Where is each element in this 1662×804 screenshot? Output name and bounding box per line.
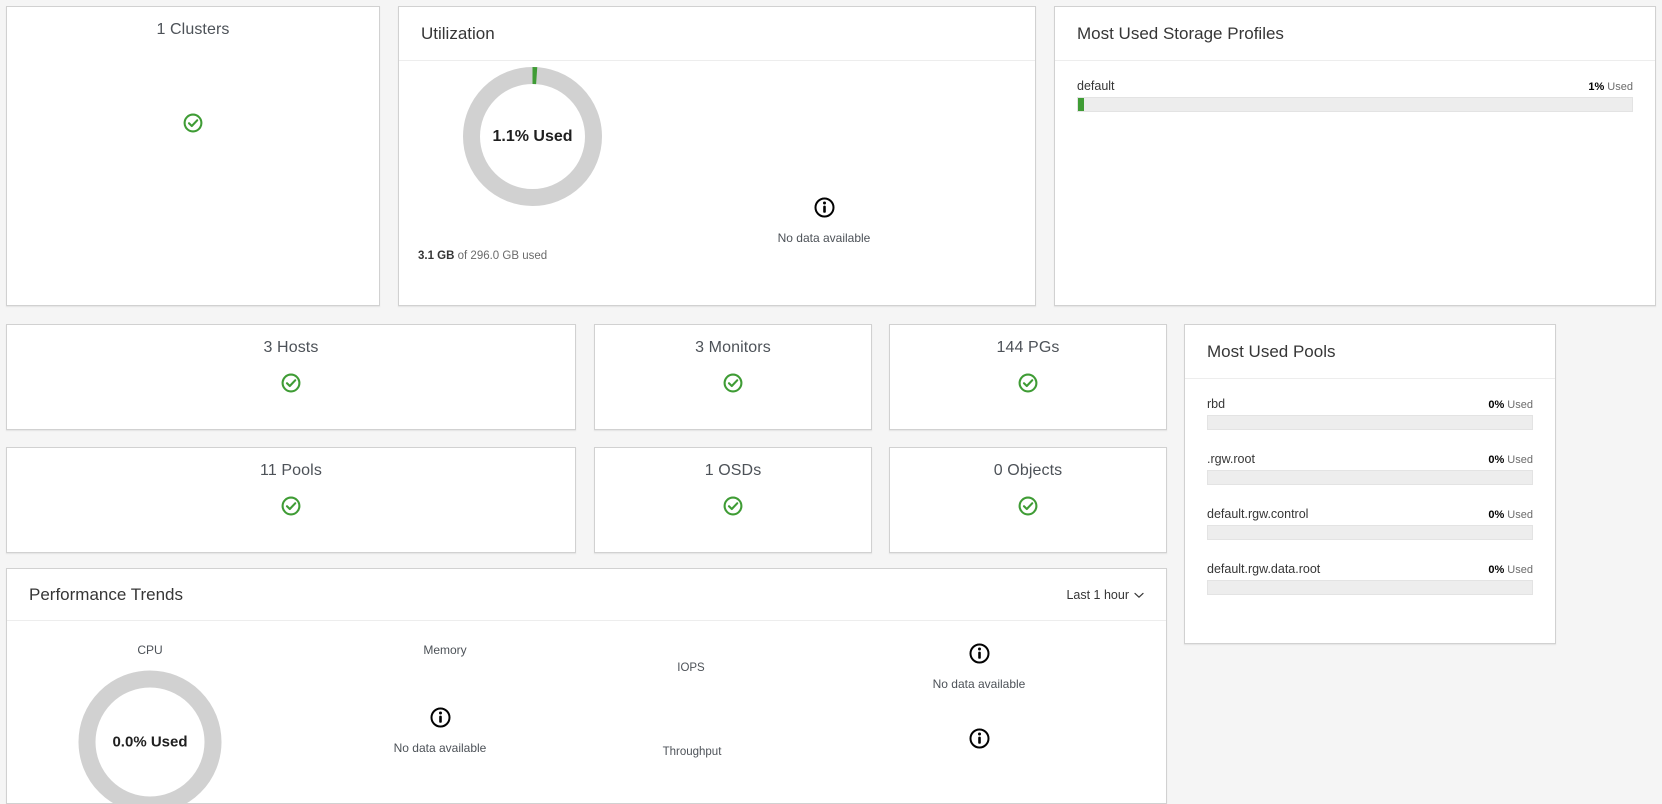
objects-card[interactable]: 0 Objects <box>889 447 1167 553</box>
usage-row-percent: 0% Used <box>1488 564 1533 576</box>
pools-usage-title: Most Used Pools <box>1207 341 1336 361</box>
performance-trends-card: Performance Trends Last 1 hour CPU 0.0% … <box>6 568 1167 804</box>
usage-row-fill <box>1078 98 1084 111</box>
usage-row[interactable]: default.rgw.control 0% Used <box>1207 507 1533 540</box>
objects-count-label: 0 Objects <box>993 462 1063 479</box>
usage-row[interactable]: rbd 0% Used <box>1207 397 1533 430</box>
utilization-nodata-text: No data available <box>777 231 871 245</box>
utilization-donut-center-label: 1.1% Used <box>492 127 573 145</box>
usage-row-track <box>1207 580 1533 595</box>
utilization-subtext: 3.1 GB of 296.0 GB used <box>418 250 547 262</box>
usage-row-percent: 0% Used <box>1488 399 1533 411</box>
usage-row-name: default <box>1077 79 1115 93</box>
usage-row-track <box>1207 525 1533 540</box>
performance-trends-title: Performance Trends <box>29 584 184 604</box>
pools-usage-list: rbd 0% Used .rgw.root 0% Used default.rgw.co… <box>1185 379 1555 595</box>
usage-row-track <box>1077 97 1633 112</box>
hosts-card[interactable]: 3 Hosts <box>6 324 576 430</box>
pgs-card[interactable]: 144 PGs <box>889 324 1167 430</box>
usage-row-header: default 1% Used <box>1077 79 1633 93</box>
time-range-dropdown[interactable]: Last 1 hour <box>1066 588 1144 602</box>
throughput-nodata <box>899 728 1059 760</box>
usage-row-header: .rgw.root 0% Used <box>1207 452 1533 466</box>
utilization-card: Utilization 1.1% Used 3.1 GB of 296.0 GB… <box>398 6 1036 306</box>
usage-row[interactable]: .rgw.root 0% Used <box>1207 452 1533 485</box>
iops-label: IOPS <box>677 662 705 674</box>
performance-trends-body: CPU 0.0% Used Memory No data available I… <box>7 621 1166 804</box>
check-circle-icon <box>1018 373 1038 393</box>
usage-row-track <box>1207 415 1533 430</box>
info-circle-icon <box>899 643 1059 669</box>
time-range-label: Last 1 hour <box>1066 587 1129 602</box>
usage-row-percent: 0% Used <box>1488 454 1533 466</box>
check-circle-icon <box>723 373 743 393</box>
utilization-title: Utilization <box>421 23 495 43</box>
osds-card[interactable]: 1 OSDs <box>594 447 872 553</box>
usage-row-header: default.rgw.data.root 0% Used <box>1207 562 1533 576</box>
memory-nodata: No data available <box>360 707 520 757</box>
check-circle-icon <box>1018 496 1038 516</box>
osds-count-label: 1 OSDs <box>704 462 762 479</box>
usage-row-percent: 1% Used <box>1588 81 1633 93</box>
storage-profiles-title: Most Used Storage Profiles <box>1077 23 1284 43</box>
performance-trends-header: Performance Trends Last 1 hour <box>7 569 1166 621</box>
chevron-down-icon <box>1134 588 1144 602</box>
utilization-card-header: Utilization <box>399 7 1035 61</box>
usage-row-header: default.rgw.control 0% Used <box>1207 507 1533 521</box>
clusters-card[interactable]: 1 Clusters <box>6 6 380 306</box>
hosts-count-label: 3 Hosts <box>263 339 319 356</box>
usage-row-track <box>1207 470 1533 485</box>
utilization-total-text: of 296.0 GB used <box>457 250 548 262</box>
dashboard-page: 1 Clusters Utilization 1.1% Used 3.1 GB … <box>0 0 1662 804</box>
cpu-donut: 0.0% Used <box>76 668 224 804</box>
pools-count-label: 11 Pools <box>260 462 322 479</box>
throughput-label: Throughput <box>662 746 722 758</box>
usage-row-header: rbd 0% Used <box>1207 397 1533 411</box>
check-circle-icon <box>281 373 301 393</box>
monitors-count-label: 3 Monitors <box>695 339 771 356</box>
cpu-label: CPU <box>137 643 163 657</box>
storage-profiles-card-header: Most Used Storage Profiles <box>1055 7 1655 61</box>
pools-card[interactable]: 11 Pools <box>6 447 576 553</box>
usage-row-name: default.rgw.control <box>1207 507 1309 521</box>
iops-nodata-text: No data available <box>932 677 1026 691</box>
utilization-used-value: 3.1 GB <box>418 250 455 262</box>
memory-nodata-text: No data available <box>393 741 487 755</box>
cpu-donut-center-label: 0.0% Used <box>112 733 188 751</box>
usage-row-name: rbd <box>1207 397 1226 411</box>
usage-row[interactable]: default.rgw.data.root 0% Used <box>1207 562 1533 595</box>
usage-row-name: .rgw.root <box>1207 452 1255 466</box>
check-circle-icon <box>183 113 203 133</box>
check-circle-icon <box>723 496 743 516</box>
info-circle-icon <box>899 728 1059 754</box>
usage-row-name: default.rgw.data.root <box>1207 562 1321 576</box>
usage-row[interactable]: default 1% Used <box>1077 79 1633 112</box>
usage-row-percent: 0% Used <box>1488 509 1533 521</box>
memory-label: Memory <box>423 643 467 657</box>
pgs-count-label: 144 PGs <box>996 339 1060 356</box>
storage-profiles-list: default 1% Used <box>1055 61 1655 112</box>
pools-usage-card-header: Most Used Pools <box>1185 325 1555 379</box>
utilization-nodata: No data available <box>744 197 904 247</box>
storage-profiles-card: Most Used Storage Profiles default 1% Use… <box>1054 6 1656 306</box>
info-circle-icon <box>360 707 520 733</box>
iops-nodata: No data available <box>899 643 1059 693</box>
monitors-card[interactable]: 3 Monitors <box>594 324 872 430</box>
pools-usage-card: Most Used Pools rbd 0% Used .rgw.root 0% Us… <box>1184 324 1556 644</box>
check-circle-icon <box>281 496 301 516</box>
utilization-donut: 1.1% Used <box>461 65 604 208</box>
clusters-count-label: 1 Clusters <box>156 21 230 38</box>
info-circle-icon <box>744 197 904 223</box>
